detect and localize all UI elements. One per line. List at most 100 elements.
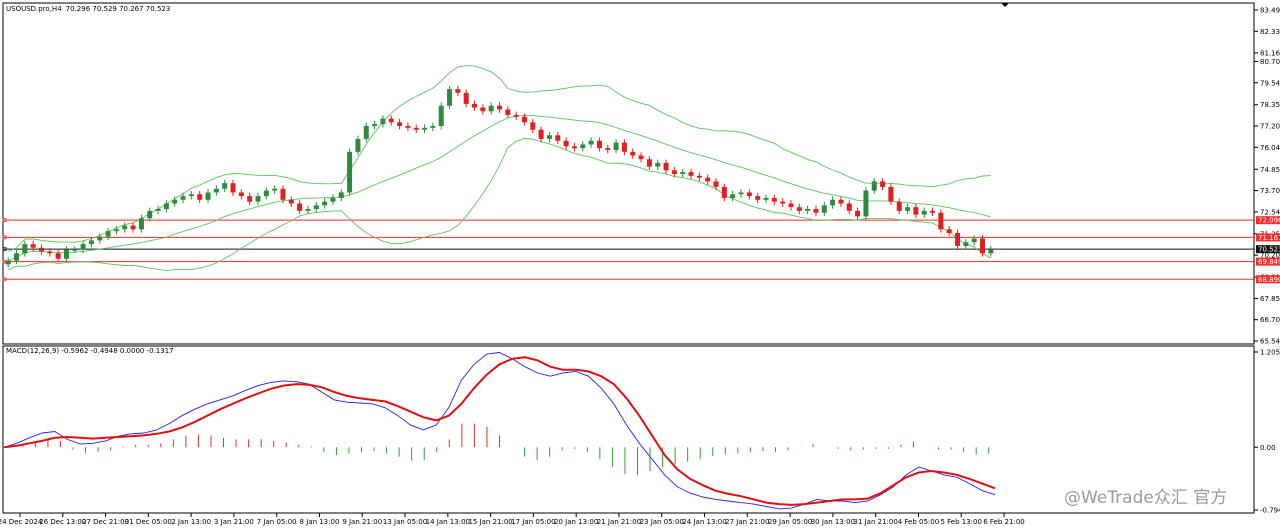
candle-body — [971, 238, 977, 243]
candle-body — [272, 188, 278, 191]
candle-body — [705, 177, 711, 182]
candle-body — [63, 249, 69, 259]
candle-body — [97, 236, 103, 241]
chart-root[interactable]: 83.490 82.335 81.16580.700 79.545 78.355 77.2… — [0, 0, 1280, 530]
candle-body — [30, 244, 36, 248]
candle-body — [355, 138, 361, 152]
candle-body — [13, 253, 19, 261]
candle-body — [55, 253, 61, 259]
macd-tick-label: 1.2058 — [1260, 349, 1280, 357]
candle-body — [663, 162, 669, 171]
candle-body — [980, 238, 986, 254]
candle-body — [180, 196, 186, 200]
candle-body — [80, 244, 86, 250]
candle-body — [805, 209, 811, 211]
price-tick-label: 76.045 — [1260, 144, 1280, 152]
candle-body — [596, 140, 602, 149]
candle-body — [955, 233, 961, 246]
time-tick-label: 3 Jan 21:00 — [214, 518, 254, 526]
candle-body — [946, 229, 952, 234]
time-tick-label: 24 Dec 2024 — [0, 518, 43, 526]
candle-body — [488, 105, 494, 112]
candle-body — [505, 109, 511, 115]
candle-body — [988, 249, 994, 254]
candle-body — [788, 203, 794, 208]
candle-body — [305, 209, 311, 211]
macd-info: MACD(12,26,9) -0.5962 -0.4948 0.0000 -0.… — [6, 347, 174, 355]
price-tick-label: 74.855 — [1260, 166, 1280, 174]
time-tick-label: 24 Jan 13:00 — [682, 518, 726, 526]
candle-body — [5, 260, 11, 265]
candle-body — [621, 142, 627, 152]
candle-body — [472, 103, 478, 108]
candle-body — [130, 225, 136, 230]
candle-body — [105, 231, 111, 237]
candle-body — [846, 203, 852, 211]
time-tick-label: 29 Jan 05:00 — [768, 518, 812, 526]
time-tick-label: 27 Jan 21:00 — [725, 518, 769, 526]
candle-body — [755, 196, 761, 200]
price-tick-label: 81.165 — [1260, 49, 1280, 57]
candle-body — [913, 207, 919, 215]
candle-body — [405, 126, 411, 128]
candle-body — [297, 203, 303, 211]
time-tick-label: 15 Jan 21:00 — [468, 518, 512, 526]
candle-body — [38, 247, 44, 252]
candle-body — [363, 126, 369, 139]
candle-body — [438, 105, 444, 127]
time-tick-label: 4 Feb 05:00 — [898, 518, 939, 526]
price-tick-label: 83.490 — [1260, 7, 1280, 15]
time-tick-label: 21 Jan 21:00 — [597, 518, 641, 526]
price-tick-label: 78.355 — [1260, 101, 1280, 109]
symbol-info: USOUSD.pro,H4 70.296 70.529 70.267 70.523 — [6, 5, 170, 13]
candle-body — [613, 142, 619, 150]
candle-body — [388, 118, 394, 123]
price-tick-label: 80.700 — [1260, 58, 1280, 66]
candle-body — [546, 135, 552, 139]
time-tick-label: 8 Jan 13:00 — [300, 518, 340, 526]
time-tick-label: 7 Jan 05:00 — [257, 518, 297, 526]
candle-body — [821, 205, 827, 213]
candle-body — [280, 188, 286, 200]
candle-body — [680, 172, 686, 174]
price-axis: 83.490 82.335 81.16580.700 79.545 78.355 77.2… — [1254, 7, 1280, 346]
candle-body — [530, 122, 536, 130]
candle-body — [397, 122, 403, 127]
candle-body — [205, 192, 211, 200]
candle-body — [721, 186, 727, 198]
candle-body — [963, 242, 969, 246]
candle-body — [796, 207, 802, 211]
price-tick-label: 73.700 — [1260, 187, 1280, 195]
candle-body — [463, 92, 469, 104]
candle-body — [422, 127, 428, 130]
candle-body — [655, 162, 661, 167]
candle-body — [255, 196, 261, 202]
level-tag-label: 72.096 — [1258, 217, 1280, 225]
candle-body — [213, 188, 219, 193]
candle-body — [330, 197, 336, 202]
candle-body — [222, 183, 228, 189]
macd-tick-label: -0.7941 — [1260, 507, 1280, 515]
candle-body — [930, 210, 936, 213]
macd-axis: 1.2058 0.00 -0.7941 — [1254, 349, 1280, 515]
candle-body — [413, 127, 419, 130]
candle-body — [771, 197, 777, 202]
price-tick-label: 67.855 — [1260, 295, 1280, 303]
time-tick-label: 31 Dec 05:00 — [125, 518, 172, 526]
time-tick-label: 5 Feb 13:00 — [940, 518, 981, 526]
candle-body — [588, 140, 594, 145]
time-tick-label: 6 Feb 21:00 — [983, 518, 1024, 526]
candle-body — [338, 192, 344, 198]
price-tick-label: 79.545 — [1260, 79, 1280, 87]
candle-body — [513, 114, 519, 117]
candle-body — [480, 107, 486, 112]
price-tick-label: 66.700 — [1260, 316, 1280, 324]
candle-body — [447, 89, 453, 106]
candle-body — [671, 170, 677, 174]
time-tick-label: 27 Dec 21:00 — [82, 518, 129, 526]
macd-tick-label: 0.00 — [1260, 444, 1276, 452]
level-tag-label: 71.161 — [1258, 234, 1280, 242]
candle-body — [630, 151, 636, 156]
candle-body — [147, 210, 153, 219]
candle-body — [122, 225, 128, 230]
